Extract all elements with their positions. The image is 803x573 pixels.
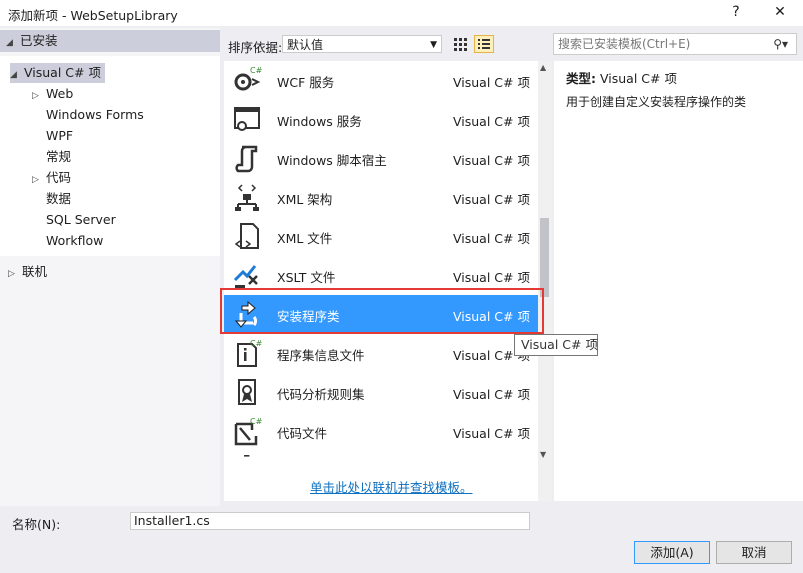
template-type: Visual C# 项 bbox=[453, 153, 530, 168]
template-list: C# WCF 服务 Visual C# 项 Windows 服务 Visual … bbox=[224, 61, 538, 501]
template-type: Visual C# 项 bbox=[453, 114, 530, 129]
xml-schema-icon bbox=[235, 184, 259, 211]
template-name: XML 架构 bbox=[277, 192, 333, 207]
selection-highlight-box bbox=[220, 288, 544, 334]
title-bar: 添加新项 - WebSetupLibrary ? ✕ bbox=[0, 0, 803, 26]
sort-label: 排序依据: bbox=[228, 40, 283, 55]
name-label: 名称(N): bbox=[12, 517, 61, 532]
tree-item-visual-csharp[interactable]: ◢ Visual C# 项 bbox=[10, 63, 105, 83]
close-button[interactable]: ✕ bbox=[769, 2, 791, 22]
installed-label: 已安装 bbox=[20, 33, 58, 48]
help-button[interactable]: ? bbox=[725, 2, 747, 22]
template-name: WCF 服务 bbox=[277, 75, 335, 90]
scrollbar-thumb[interactable] bbox=[540, 218, 549, 297]
ruleset-icon bbox=[238, 379, 256, 405]
collapsed-arrow-icon: ▷ bbox=[32, 175, 39, 185]
template-row-script-host[interactable]: Windows 脚本宿主 Visual C# 项 bbox=[224, 139, 538, 178]
template-row-xml-file[interactable]: XML 文件 Visual C# 项 bbox=[224, 217, 538, 256]
tree-item-data[interactable]: 数据 bbox=[46, 189, 71, 209]
template-row-windows-service[interactable]: Windows 服务 Visual C# 项 bbox=[224, 100, 538, 139]
sort-dropdown[interactable]: 默认值 ▼ bbox=[282, 35, 442, 53]
scroll-down-icon[interactable]: ▼ bbox=[540, 450, 546, 459]
svg-text:C#: C# bbox=[250, 417, 262, 426]
grid-view-button[interactable] bbox=[450, 35, 470, 53]
assembly-info-icon: C# bbox=[237, 339, 262, 367]
tree-item-web[interactable]: ▷ Web bbox=[32, 84, 73, 104]
online-templates-link[interactable]: 单击此处以联机并查找模板。 bbox=[310, 477, 473, 496]
type-value: Visual C# 项 bbox=[599, 71, 677, 86]
window-title: 添加新项 - WebSetupLibrary bbox=[8, 8, 178, 23]
script-host-icon bbox=[235, 145, 258, 173]
template-name: 代码文件 bbox=[277, 426, 328, 441]
scroll-up-icon[interactable]: ▲ bbox=[540, 63, 546, 72]
template-name: XSLT 文件 bbox=[277, 270, 336, 285]
tree-item-windows-forms[interactable]: Windows Forms bbox=[46, 105, 144, 125]
tree-item-code[interactable]: ▷ 代码 bbox=[32, 168, 71, 188]
name-input[interactable]: Installer1.cs bbox=[130, 512, 530, 530]
search-placeholder: 搜索已安装模板(Ctrl+E) bbox=[558, 37, 691, 51]
template-type: Visual C# 项 bbox=[453, 387, 530, 402]
tree-item-general[interactable]: 常规 bbox=[46, 147, 71, 167]
template-type: Visual C# 项 bbox=[453, 75, 530, 90]
details-type: 类型: Visual C# 项 bbox=[566, 68, 677, 87]
template-type: Visual C# 项 bbox=[453, 426, 530, 441]
tree-item-wpf[interactable]: WPF bbox=[46, 126, 73, 146]
chevron-down-icon: ▼ bbox=[430, 40, 437, 50]
code-file-icon: C# bbox=[234, 417, 262, 446]
sort-value: 默认值 bbox=[287, 38, 324, 52]
online-label: 联机 bbox=[22, 264, 48, 279]
template-type: Visual C# 项 bbox=[453, 231, 530, 246]
template-row-ruleset[interactable]: 代码分析规则集 Visual C# 项 bbox=[224, 373, 538, 412]
template-row-partial bbox=[224, 451, 538, 459]
svg-text:C#: C# bbox=[250, 66, 262, 75]
template-row-code-file[interactable]: C# 代码文件 Visual C# 项 bbox=[224, 412, 538, 451]
collapsed-arrow-icon: ▷ bbox=[32, 91, 39, 101]
collapse-icon: ◢ bbox=[6, 38, 13, 48]
tree-item-workflow[interactable]: Workflow bbox=[46, 231, 103, 251]
template-type: Visual C# 项 bbox=[453, 270, 530, 285]
type-label: 类型: bbox=[566, 71, 596, 86]
partial-item-icon bbox=[244, 455, 250, 457]
search-icon[interactable]: ⚲▾ bbox=[773, 34, 788, 54]
details-panel: 类型: Visual C# 项 用于创建自定义安装程序操作的类 bbox=[554, 61, 803, 501]
installed-header[interactable]: ◢ 已安装 bbox=[0, 30, 220, 52]
collapsed-arrow-icon: ▷ bbox=[8, 269, 15, 279]
tree-item-label: Web bbox=[46, 86, 74, 101]
windows-service-icon bbox=[234, 107, 260, 131]
expand-arrow-icon: ◢ bbox=[10, 70, 17, 80]
template-name: 代码分析规则集 bbox=[277, 387, 365, 402]
tree-root-label: Visual C# 项 bbox=[24, 65, 101, 80]
cancel-button[interactable]: 取消 bbox=[716, 541, 792, 564]
xslt-file-icon bbox=[233, 265, 258, 288]
list-view-icon bbox=[478, 39, 490, 49]
tree-item-online[interactable]: ▷ 联机 bbox=[8, 262, 47, 282]
template-name: 程序集信息文件 bbox=[277, 348, 365, 363]
details-description: 用于创建自定义安装程序操作的类 bbox=[566, 95, 747, 109]
template-name: XML 文件 bbox=[277, 231, 333, 246]
tree-item-sql-server[interactable]: SQL Server bbox=[46, 210, 116, 230]
list-view-button[interactable] bbox=[474, 35, 494, 53]
template-row-wcf-service[interactable]: C# WCF 服务 Visual C# 项 bbox=[224, 61, 538, 100]
svg-text:C#: C# bbox=[250, 339, 262, 348]
template-type: Visual C# 项 bbox=[453, 192, 530, 207]
add-button[interactable]: 添加(A) bbox=[634, 541, 710, 564]
template-name: Windows 服务 bbox=[277, 114, 362, 129]
tree-item-label: 代码 bbox=[46, 170, 72, 185]
search-input[interactable]: 搜索已安装模板(Ctrl+E) ⚲▾ bbox=[553, 33, 797, 55]
template-row-assembly-info[interactable]: C# 程序集信息文件 Visual C# 项 bbox=[224, 334, 538, 373]
template-name: Windows 脚本宿主 bbox=[277, 153, 387, 168]
tree-list: ◢ Visual C# 项 ▷ Web Windows Forms WPF 常规 ▷… bbox=[0, 56, 220, 256]
grid-view-icon bbox=[454, 38, 467, 51]
xml-file-icon bbox=[234, 223, 259, 249]
template-row-xml-schema[interactable]: XML 架构 Visual C# 项 bbox=[224, 178, 538, 217]
wcf-service-icon: C# bbox=[234, 66, 262, 91]
tooltip: Visual C# 项 bbox=[514, 334, 598, 356]
